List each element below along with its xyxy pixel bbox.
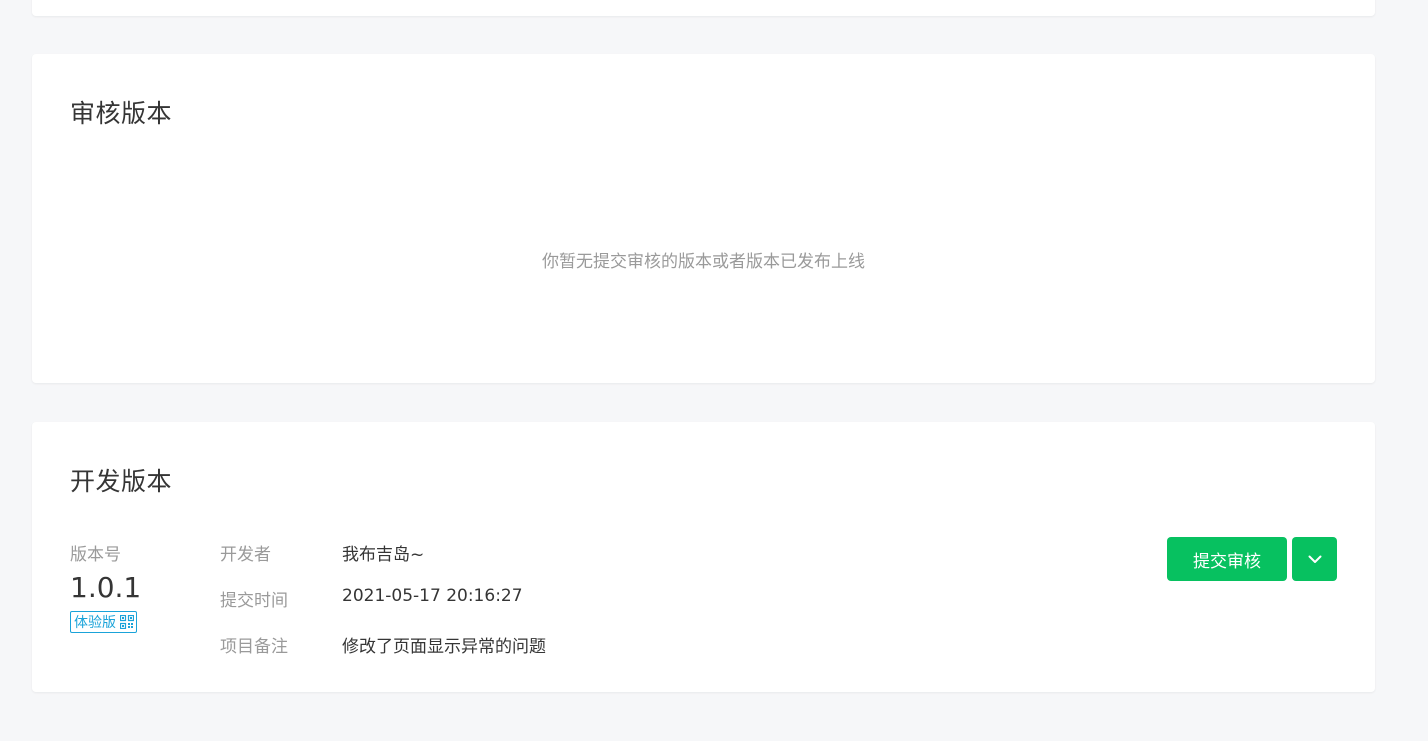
remark-label: 项目备注: [220, 637, 288, 657]
review-version-title: 审核版本: [70, 99, 173, 128]
version-info: 版本号 1.0.1 体验版: [70, 540, 141, 633]
dev-version-card: 开发版本 版本号 1.0.1 体验版 开发者 我布吉岛~ 提交时间 2021-0…: [32, 422, 1375, 692]
submit-time-label: 提交时间: [220, 591, 288, 611]
review-empty-message: 你暂无提交审核的版本或者版本已发布上线: [542, 252, 865, 272]
version-label: 版本号: [70, 545, 121, 565]
previous-card: [32, 0, 1375, 16]
submit-time-value: 2021-05-17 20:16:27: [342, 586, 523, 606]
qrcode-icon: [120, 615, 134, 629]
submit-review-button[interactable]: 提交审核: [1167, 537, 1287, 581]
developer-value: 我布吉岛~: [342, 545, 425, 565]
trial-version-label: 体验版: [74, 615, 116, 631]
version-number: 1.0.1: [70, 571, 142, 604]
dev-info-table: 开发者 我布吉岛~ 提交时间 2021-05-17 20:16:27 项目备注 …: [220, 540, 546, 678]
chevron-down-icon: [1308, 555, 1321, 563]
info-row-submit-time: 提交时间 2021-05-17 20:16:27: [220, 586, 546, 632]
info-row-developer: 开发者 我布吉岛~: [220, 540, 546, 586]
developer-label: 开发者: [220, 545, 271, 565]
more-actions-dropdown-button[interactable]: [1292, 537, 1337, 581]
remark-value: 修改了页面显示异常的问题: [342, 637, 546, 657]
dev-version-title: 开发版本: [70, 467, 173, 496]
info-row-remark: 项目备注 修改了页面显示异常的问题: [220, 632, 546, 678]
trial-version-badge[interactable]: 体验版: [70, 611, 137, 633]
review-version-card: 审核版本 你暂无提交审核的版本或者版本已发布上线: [32, 54, 1375, 383]
